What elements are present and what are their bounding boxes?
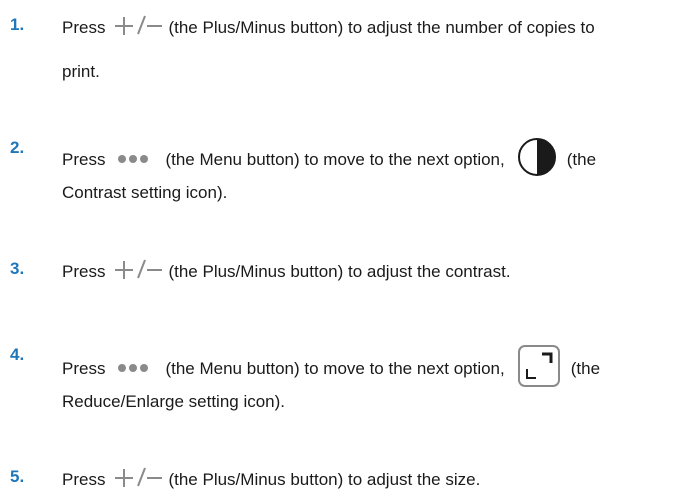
instruction-list: 1. Press (the Plus/Minus button) to adju… — [0, 0, 692, 489]
press-label: Press — [62, 359, 106, 378]
step-continuation: Contrast setting icon). — [62, 183, 228, 202]
plus-minus-icon — [114, 258, 164, 286]
menu-dots-icon — [116, 358, 152, 380]
contrast-icon — [517, 137, 557, 183]
step-number: 2. — [10, 138, 25, 157]
press-label: Press — [62, 150, 106, 169]
step-number: 3. — [10, 259, 25, 278]
plus-minus-icon — [114, 14, 164, 42]
step-line: Press (the Plus/Minus button) to adjust … — [62, 258, 511, 286]
menu-dots-icon — [116, 149, 152, 171]
step-text: (the Menu button) to move to the next op… — [165, 150, 505, 169]
step-text: (the Menu button) to move to the next op… — [165, 359, 505, 378]
step-continuation: Reduce/Enlarge setting icon). — [62, 392, 286, 411]
step-number: 1. — [10, 15, 25, 34]
step-line: Press (the Plus/Minus button) to adjust … — [62, 466, 480, 494]
step-text-tail: (the — [566, 150, 597, 169]
press-label: Press — [62, 18, 106, 37]
step-line: Press (the Menu button) to move to the n… — [62, 137, 596, 183]
step-text-tail: (the — [570, 359, 601, 378]
step-text: (the Plus/Minus button) to adjust the co… — [168, 262, 511, 281]
plus-minus-icon — [114, 466, 164, 494]
step-line: Press (the Plus/Minus button) to adjust … — [62, 14, 595, 42]
step-line: Press (the Menu button) to move to the n… — [62, 344, 600, 394]
step-text: (the Plus/Minus button) to adjust the nu… — [168, 18, 595, 37]
step-number: 4. — [10, 345, 25, 364]
reduce-enlarge-icon — [517, 344, 561, 394]
step-number: 5. — [10, 467, 25, 486]
step-text: (the Plus/Minus button) to adjust the si… — [168, 470, 481, 489]
press-label: Press — [62, 262, 106, 281]
press-label: Press — [62, 470, 106, 489]
step-continuation: print. — [62, 62, 100, 81]
